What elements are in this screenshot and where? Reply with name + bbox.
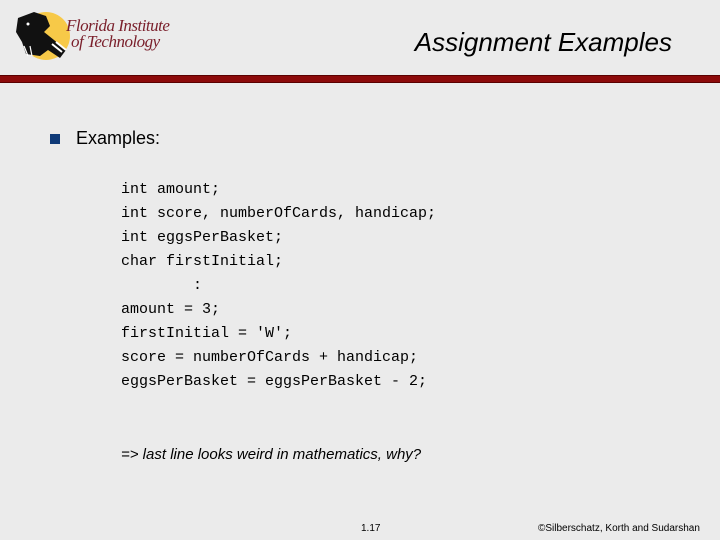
code-line: int score, numberOfCards, handicap; — [121, 205, 437, 222]
bullet-label: Examples: — [76, 128, 161, 148]
code-line: amount = 3; — [121, 301, 221, 318]
title-divider — [0, 75, 720, 83]
code-block: int amount; int score, numberOfCards, ha… — [121, 180, 436, 396]
slide-title: Assignment Examples — [414, 27, 672, 57]
code-line: eggsPerBasket = eggsPerBasket - 2; — [121, 373, 428, 390]
bullet-square-icon — [50, 134, 60, 144]
fit-logo: Florida Institute of Technology — [14, 10, 184, 66]
panther-logo-icon — [16, 12, 70, 60]
code-line: firstInitial = 'W'; — [121, 325, 293, 342]
page-number: 1.17 — [361, 523, 381, 534]
note-text: => last line looks weird in mathematics,… — [121, 446, 422, 463]
code-line: char firstInitial; — [121, 253, 284, 270]
logo-text: Florida Institute of Technology — [66, 17, 170, 51]
code-line: int amount; — [121, 181, 221, 198]
code-line: int eggsPerBasket; — [121, 229, 284, 246]
code-line: score = numberOfCards + handicap; — [121, 349, 419, 366]
logo-line-2: of Technology — [71, 32, 160, 51]
code-line-ellipsis: : — [121, 277, 203, 294]
copyright-text: ©Silberschatz, Korth and Sudarshan — [538, 523, 700, 534]
